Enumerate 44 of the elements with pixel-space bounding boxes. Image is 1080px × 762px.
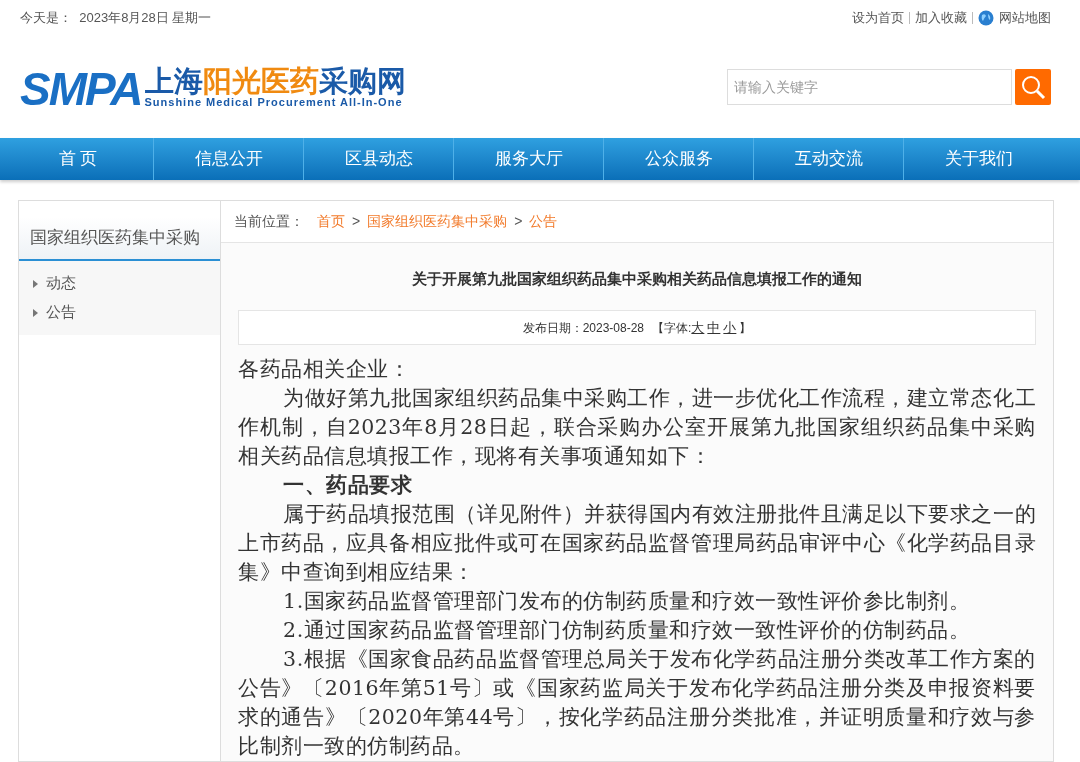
triangle-icon	[33, 279, 38, 288]
nav-item[interactable]: 公众服务	[603, 138, 753, 180]
paragraph-text: 属于药品填报范围（详见附件）并获得国内有效注册批件且满足以下要求之一的上市药品，应具备相应批件或可在国家药品监督管理局药品审评中心《化学药品目录集》中查询到相应结果：	[238, 501, 1036, 586]
search-button[interactable]	[1015, 69, 1051, 105]
date-text: 今天是： 2023年8月28日 星期一	[20, 9, 212, 28]
article-title: 关于开展第九批国家组织药品集中采购相关药品信息填报工作的通知	[411, 268, 863, 289]
header-link[interactable]: 网站地图	[999, 8, 1051, 28]
search-icon	[1020, 74, 1046, 100]
breadcrumb-link[interactable]: 公告	[529, 210, 558, 232]
logo-subtitle: Sunshine Medical Procurement All-In-One	[144, 95, 403, 109]
breadcrumb-label: 当前位置：	[234, 211, 304, 231]
sidebar-item[interactable]: 动态	[19, 269, 220, 298]
bracket-text: 】	[739, 319, 752, 337]
logo-mark: SMPA	[20, 68, 142, 109]
paragraph-text: 2.通过国家药品监督管理部门仿制药质量和疗效一致性评价的仿制药品。	[282, 617, 972, 644]
breadcrumb-separator: >	[352, 211, 361, 231]
paragraph-text: 3.根据《国家食品药品监督管理总局关于发布化学药品注册分类改革工作方案的公告》〔2016年第51号〕或《国家药监局关于发布化学药品注册分类及申报资料要求的通告》〔2020年第44号〕，按化学药品注册分类批准，并证明质量和疗效与参比制剂一致的仿制药品。	[238, 646, 1036, 760]
globe-icon	[978, 10, 994, 26]
nav-item[interactable]: 首 页	[3, 138, 153, 180]
publish-date: 发布日期：2023-08-28	[522, 319, 644, 337]
logo-text: 阳光医药	[202, 65, 319, 96]
triangle-icon	[33, 308, 38, 317]
logo-text: 采购网	[318, 65, 406, 96]
nav-item[interactable]: 信息公开	[153, 138, 303, 180]
section-heading: 一、药品要求	[282, 472, 414, 499]
paragraph-text: 1.国家药品监督管理部门发布的仿制药质量和疗效一致性评价参比制剂。	[282, 588, 972, 615]
breadcrumb-separator: >	[514, 211, 523, 231]
font-size-link[interactable]: 小	[723, 317, 737, 338]
logo-text: 上海	[144, 65, 203, 96]
font-size-link[interactable]: 中	[707, 317, 721, 338]
nav-item[interactable]: 关于我们	[903, 138, 1053, 180]
font-size-link[interactable]: 大	[691, 317, 705, 338]
nav-item[interactable]: 服务大厅	[453, 138, 603, 180]
font-size-label: 【字体:	[652, 319, 692, 337]
breadcrumb-link[interactable]: 首页	[317, 210, 345, 232]
salutation-text: 各药品相关企业：	[238, 356, 411, 383]
breadcrumb-link[interactable]: 国家组织医药集中采购	[367, 210, 508, 232]
header-link[interactable]: 设为首页	[852, 8, 904, 28]
search-field[interactable]: 请输入关键字	[727, 69, 1012, 105]
sidebar-item[interactable]: 公告	[19, 298, 220, 327]
nav-item[interactable]: 区县动态	[303, 138, 453, 180]
paragraph-text: 为做好第九批国家组织药品集中采购工作，进一步优化工作流程，建立常态化工作机制，自2023年8月28日起，联合采购办公室开展第九批国家组织药品集中采购相关药品信息填报工作，现将有关事项通知如下：	[238, 385, 1036, 470]
header-link[interactable]: 加入收藏	[915, 8, 967, 28]
nav-item[interactable]: 互动交流	[753, 138, 903, 180]
